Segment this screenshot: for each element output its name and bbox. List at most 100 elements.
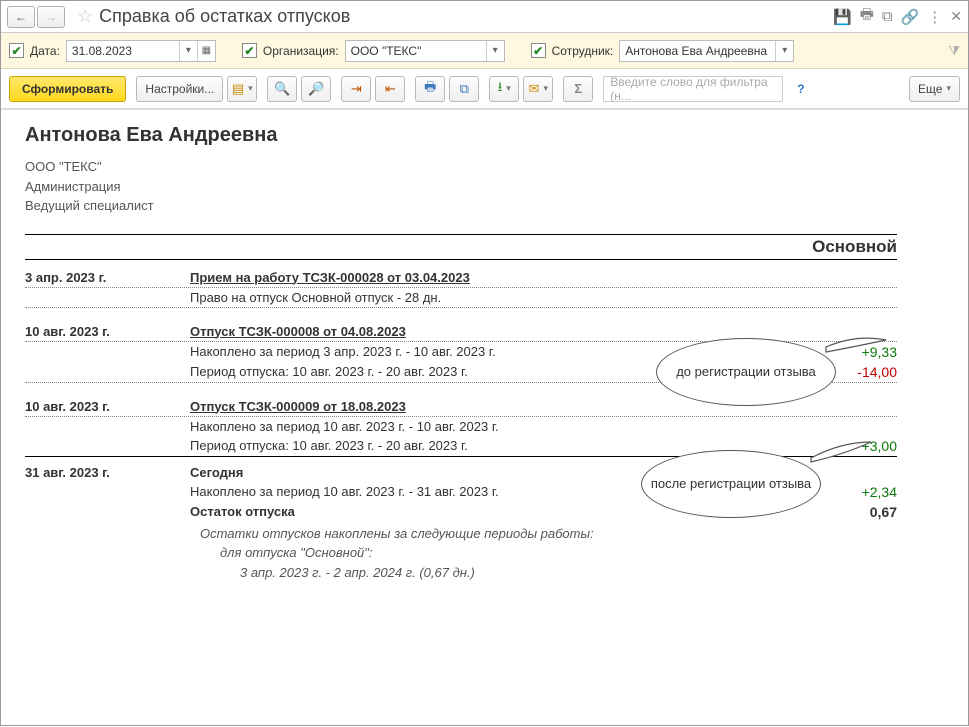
settings-group: Настройки... ▤ ▾ — [136, 76, 257, 102]
balance-value: 0,67 — [817, 504, 897, 520]
expand-icon: ⇥ — [351, 81, 362, 97]
download-icon: ⭳ — [498, 78, 503, 100]
filter-funnel-icon[interactable]: ⧩ — [948, 43, 960, 59]
save-button[interactable]: ⭳ ▾ — [489, 76, 519, 102]
titlebar: ← → ☆ Справка об остатках отпусков 💾 🖶 ⧉… — [1, 1, 968, 33]
text-filter-input[interactable]: Введите слово для фильтра (н... — [603, 76, 783, 102]
row-title-link[interactable]: Отпуск ТСЗК-000009 от 18.08.2023 — [190, 399, 406, 414]
callout-before-text: до регистрации отзыва — [676, 364, 816, 381]
sigma-icon: Σ — [574, 81, 582, 96]
arrow-left-icon: ← — [15, 10, 27, 24]
row-title-link[interactable]: Отпуск ТСЗК-000008 от 04.08.2023 — [190, 324, 406, 339]
org-field[interactable]: ООО "ТЕКС" ▾ — [345, 40, 505, 62]
preview-button[interactable]: ⧉ — [449, 76, 479, 102]
date-field[interactable]: 31.08.2023 ▾ ▦ — [66, 40, 216, 62]
zoom-group: 🔍 🔎 — [267, 76, 331, 102]
search-icon: 🔍 — [274, 81, 290, 97]
search-next-icon: 🔎 — [308, 81, 324, 97]
chevron-down-icon: ▾ — [543, 83, 548, 94]
check-icon: ✔ — [533, 45, 543, 57]
window-title: Справка об остатках отпусков — [99, 6, 833, 27]
calendar-icon[interactable]: ▦ — [197, 41, 215, 61]
help-icon[interactable]: ? — [793, 82, 808, 96]
date-checkbox[interactable]: ✔ — [9, 43, 24, 58]
org-checkbox[interactable]: ✔ — [242, 43, 257, 58]
link-icon[interactable]: 🔗 — [901, 8, 920, 26]
chevron-down-icon: ▾ — [946, 83, 951, 94]
toolbar: Сформировать Настройки... ▤ ▾ 🔍 🔎 ⇥ ⇤ 🖶 … — [1, 69, 968, 109]
employee-org: ООО "ТЕКС" — [25, 157, 897, 177]
employee-dept: Администрация — [25, 177, 897, 197]
nav-forward-button[interactable]: → — [37, 6, 65, 28]
preview-icon: ⧉ — [460, 81, 469, 97]
arrow-right-icon: → — [45, 10, 57, 24]
footnote-sub: для отпуска "Основной": — [200, 543, 817, 563]
emp-checkbox[interactable]: ✔ — [531, 43, 546, 58]
report-row: Право на отпуск Основной отпуск - 28 дн. — [25, 288, 897, 308]
row-body: Прием на работу ТСЗК-000028 от 03.04.202… — [190, 270, 817, 285]
report-scroll-area[interactable]: Антонова Ева Андреевна ООО "ТЕКС" Админи… — [1, 109, 968, 727]
date-label: Дата: — [30, 44, 60, 58]
nav-back-button[interactable]: ← — [7, 6, 35, 28]
filter-bar: ✔ Дата: 31.08.2023 ▾ ▦ ✔ Организация: ОО… — [1, 33, 968, 69]
sum-button[interactable]: Σ — [563, 76, 593, 102]
print-button[interactable]: 🖶 — [415, 76, 445, 102]
check-icon: ✔ — [11, 45, 21, 57]
list-icon: ▤ — [232, 81, 244, 97]
org-label: Организация: — [263, 44, 339, 58]
filter-placeholder: Введите слово для фильтра (н... — [610, 75, 776, 103]
employee-position: Ведущий специалист — [25, 196, 897, 216]
form-button[interactable]: Сформировать — [9, 76, 126, 102]
expand-group: ⇥ ⇤ — [341, 76, 405, 102]
row-title-link[interactable]: Прием на работу ТСЗК-000028 от 03.04.202… — [190, 270, 470, 285]
chevron-down-icon: ▾ — [506, 83, 511, 94]
collapse-button[interactable]: ⇤ — [375, 76, 405, 102]
row-body: Отпуск ТСЗК-000008 от 04.08.2023 — [190, 324, 817, 339]
today-accrued: +2,34 — [817, 484, 897, 500]
close-icon[interactable]: ✕ — [950, 8, 962, 25]
save-icon[interactable]: 💾 — [833, 8, 852, 26]
callout-tail-icon — [826, 340, 886, 354]
callout-after-text: после регистрации отзыва — [651, 476, 811, 493]
row-date: 10 авг. 2023 г. — [25, 399, 190, 414]
title-tools: 💾 🖶 ⧉ 🔗 ⋮ ✕ — [833, 4, 962, 29]
check-icon: ✔ — [244, 45, 254, 57]
footnote-head: Остатки отпусков накоплены за следующие … — [200, 526, 594, 541]
document-icon[interactable]: ⧉ — [882, 8, 893, 25]
mail-icon: ✉ — [529, 81, 540, 97]
chevron-down-icon: ▾ — [248, 83, 253, 94]
nav-group: ← → — [7, 6, 65, 28]
more-button[interactable]: Еще ▾ — [909, 76, 960, 102]
variants-button[interactable]: ▤ ▾ — [227, 76, 257, 102]
settings-button-label: Настройки... — [145, 82, 214, 96]
chevron-down-icon[interactable]: ▾ — [486, 41, 504, 61]
send-button[interactable]: ✉ ▾ — [523, 76, 553, 102]
chevron-down-icon[interactable]: ▾ — [179, 41, 197, 61]
callout-after: после регистрации отзыва — [641, 450, 821, 518]
favorite-star-icon[interactable]: ☆ — [77, 6, 93, 27]
output-group: 🖶 ⧉ — [415, 76, 479, 102]
footnote-body: Остатки отпусков накоплены за следующие … — [190, 524, 817, 583]
expand-button[interactable]: ⇥ — [341, 76, 371, 102]
settings-button[interactable]: Настройки... — [136, 76, 223, 102]
more-button-label: Еще — [918, 82, 942, 96]
print-icon[interactable]: 🖶 — [860, 4, 874, 29]
save-send-group: ⭳ ▾ ✉ ▾ — [489, 76, 553, 102]
emp-field[interactable]: Антонова Ева Андреевна ▾ — [619, 40, 794, 62]
find-next-button[interactable]: 🔎 — [301, 76, 331, 102]
employee-meta: ООО "ТЕКС" Администрация Ведущий специал… — [25, 157, 897, 216]
find-button[interactable]: 🔍 — [267, 76, 297, 102]
print-icon: 🖶 — [424, 78, 436, 100]
form-button-label: Сформировать — [22, 82, 113, 96]
callout-before: до регистрации отзыва — [656, 338, 836, 406]
row-date: 3 апр. 2023 г. — [25, 270, 190, 285]
emp-value: Антонова Ева Андреевна — [620, 44, 775, 58]
section-header: Основной — [25, 234, 897, 260]
date-value: 31.08.2023 — [67, 44, 179, 58]
collapse-icon: ⇤ — [385, 81, 396, 97]
org-value: ООО "ТЕКС" — [346, 44, 486, 58]
footnote-period: 3 апр. 2023 г. - 2 апр. 2024 г. (0,67 дн… — [200, 563, 817, 583]
chevron-down-icon[interactable]: ▾ — [775, 41, 793, 61]
kebab-menu-icon[interactable]: ⋮ — [927, 8, 942, 26]
report-row: 3 апр. 2023 г. Прием на работу ТСЗК-0000… — [25, 268, 897, 288]
